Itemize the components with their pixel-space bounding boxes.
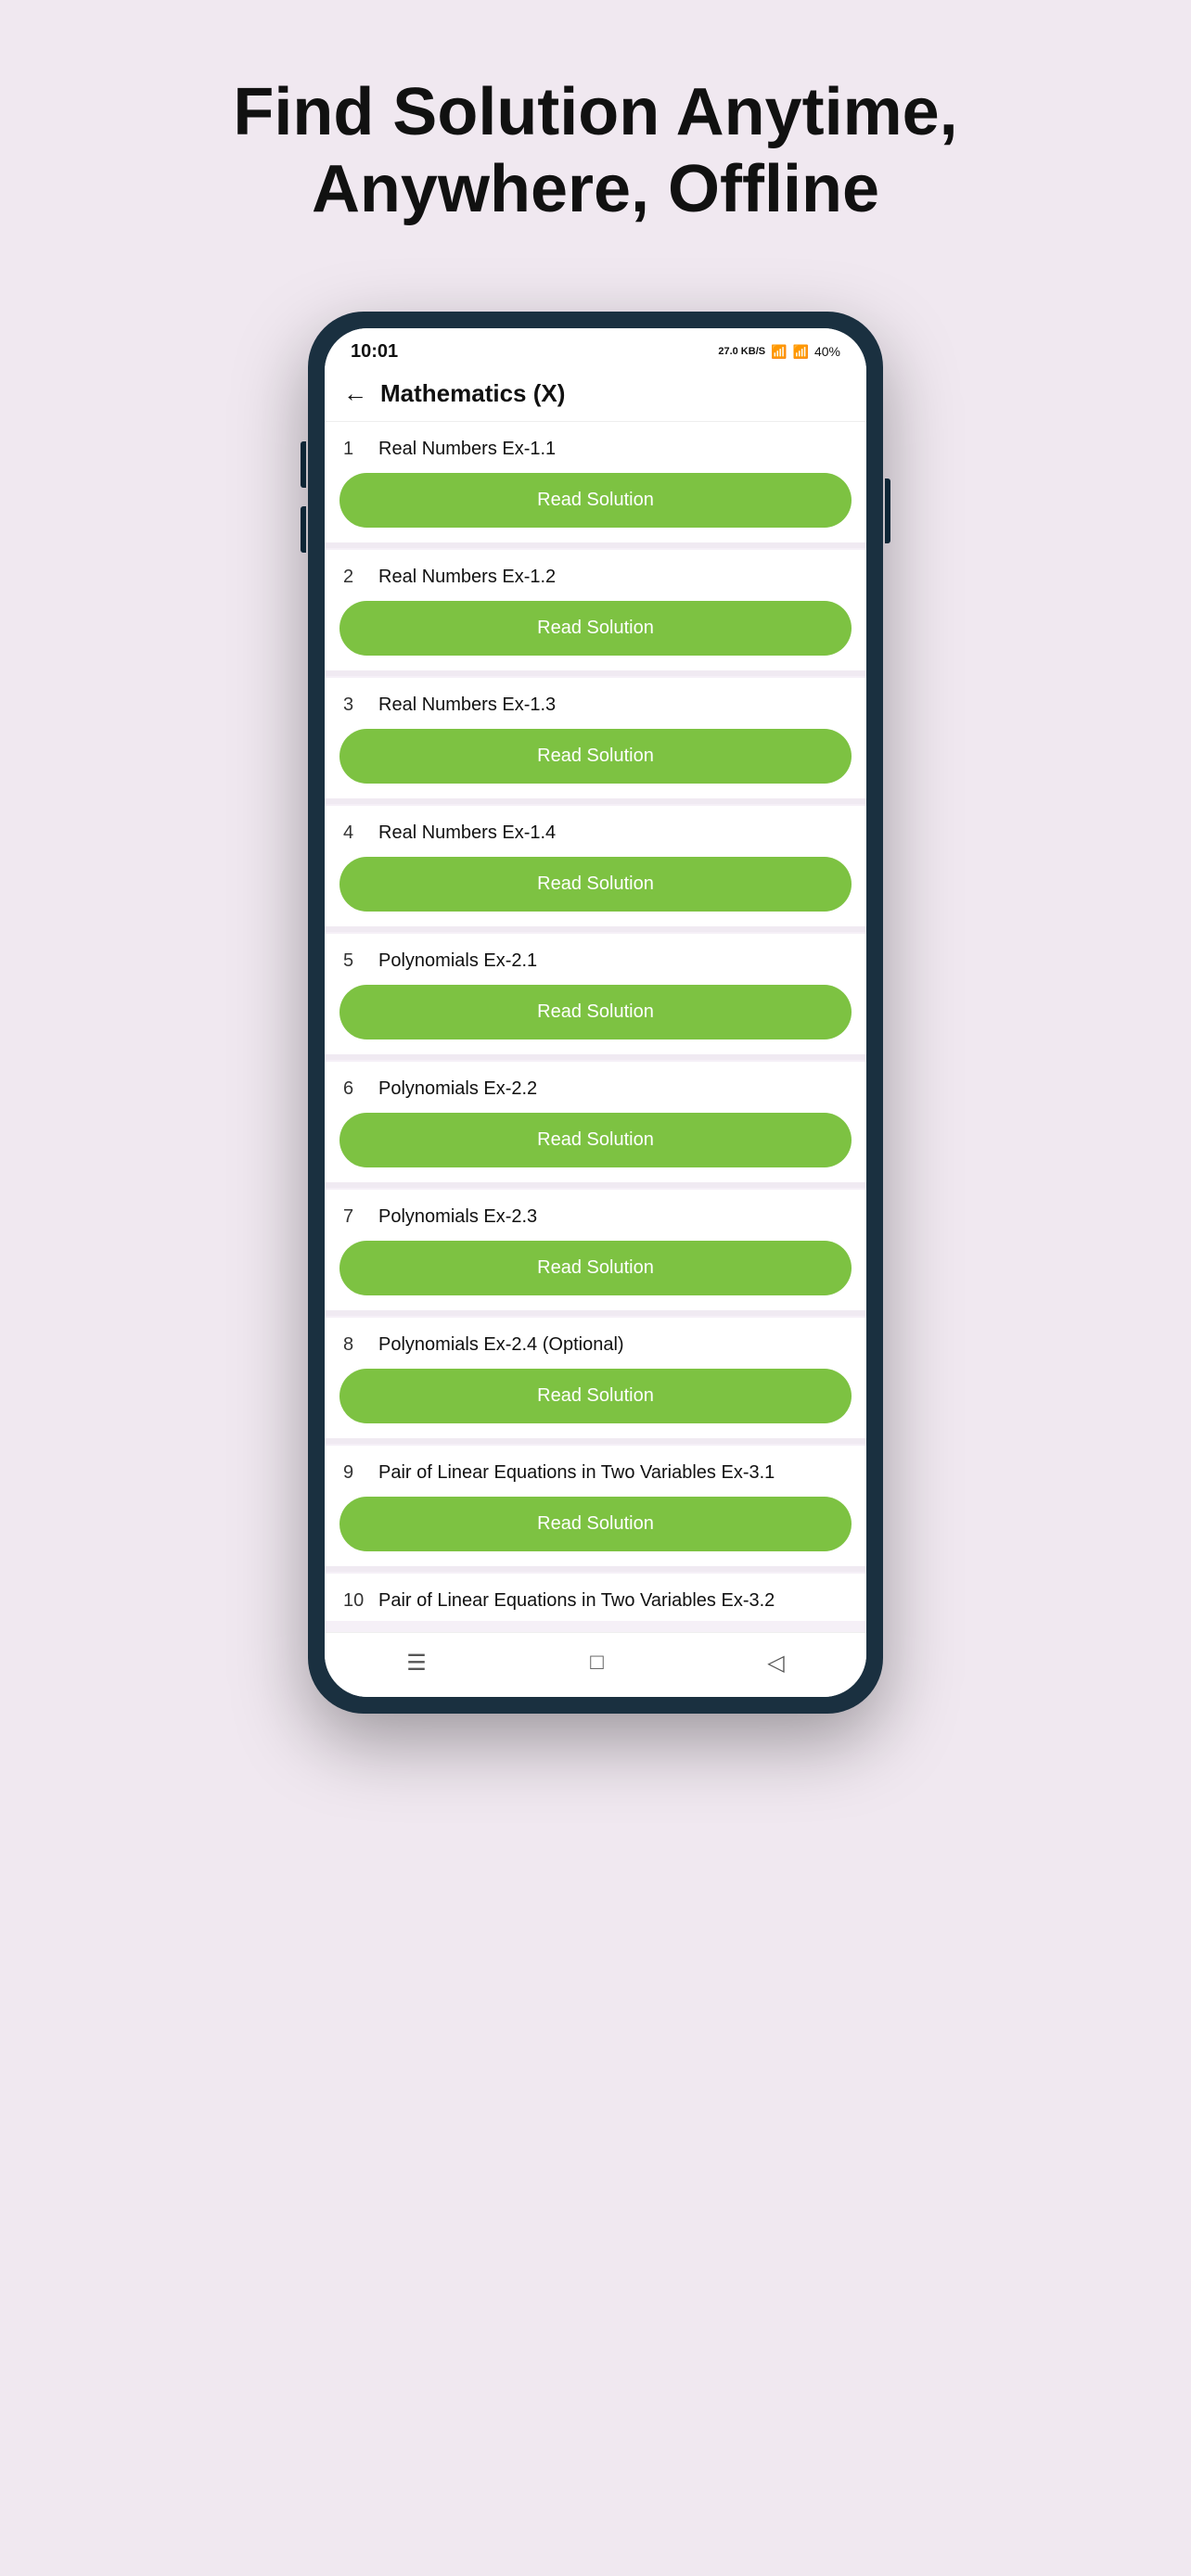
- item-number: 10: [343, 1590, 365, 1612]
- exercise-list: 1 Real Numbers Ex-1.1 Read Solution 2 Real N…: [325, 422, 866, 1632]
- read-solution-button[interactable]: Read Solution: [339, 1369, 852, 1423]
- bottom-nav-bar: ☰ □ ◁: [325, 1632, 866, 1697]
- list-item: 7 Polynomials Ex-2.3 Read Solution: [325, 1190, 866, 1316]
- item-title: Real Numbers Ex-1.3: [378, 695, 556, 716]
- read-solution-button[interactable]: Read Solution: [339, 601, 852, 656]
- phone-mockup: 10:01 27.0 KB/S 📶 📶 40% ← Mathematics (X…: [308, 312, 883, 1714]
- read-solution-button[interactable]: Read Solution: [339, 1497, 852, 1551]
- data-speed: 27.0 KB/S: [718, 346, 765, 357]
- list-item: 2 Real Numbers Ex-1.2 Read Solution: [325, 550, 866, 676]
- item-title: Pair of Linear Equations in Two Variable…: [378, 1590, 775, 1612]
- status-time: 10:01: [351, 341, 398, 363]
- headline: Find Solution Anytime, Anywhere, Offline: [0, 74, 1191, 228]
- item-title: Polynomials Ex-2.4 (Optional): [378, 1334, 624, 1356]
- list-item: 3 Real Numbers Ex-1.3 Read Solution: [325, 678, 866, 804]
- read-solution-button[interactable]: Read Solution: [339, 985, 852, 1039]
- read-solution-button[interactable]: Read Solution: [339, 729, 852, 784]
- item-number: 3: [343, 695, 365, 716]
- read-solution-button[interactable]: Read Solution: [339, 473, 852, 528]
- top-nav: ← Mathematics (X): [325, 370, 866, 422]
- list-item: 8 Polynomials Ex-2.4 (Optional) Read Solut…: [325, 1318, 866, 1444]
- page-title: Mathematics (X): [380, 379, 565, 408]
- item-number: 5: [343, 950, 365, 972]
- item-number: 8: [343, 1334, 365, 1356]
- signal-icon: 📶: [793, 344, 809, 360]
- item-title: Pair of Linear Equations in Two Variable…: [378, 1462, 775, 1484]
- volume-up-button: [301, 441, 306, 488]
- list-item: 5 Polynomials Ex-2.1 Read Solution: [325, 934, 866, 1060]
- list-item: 1 Real Numbers Ex-1.1 Read Solution: [325, 422, 866, 548]
- item-title: Polynomials Ex-2.2: [378, 1078, 537, 1100]
- item-title: Real Numbers Ex-1.2: [378, 567, 556, 588]
- back-button[interactable]: ←: [343, 379, 367, 408]
- battery-text: 40%: [814, 344, 840, 359]
- home-icon[interactable]: □: [590, 1650, 604, 1676]
- list-item: 9 Pair of Linear Equations in Two Variabl…: [325, 1446, 866, 1572]
- menu-icon[interactable]: ☰: [406, 1650, 427, 1677]
- wifi-icon: 📶: [771, 344, 787, 360]
- item-number: 1: [343, 439, 365, 460]
- volume-down-button: [301, 506, 306, 553]
- status-icons: 27.0 KB/S 📶 📶 40%: [718, 344, 840, 360]
- item-title: Real Numbers Ex-1.4: [378, 823, 556, 844]
- item-number: 9: [343, 1462, 365, 1484]
- read-solution-button[interactable]: Read Solution: [339, 857, 852, 912]
- list-item: 10 Pair of Linear Equations in Two Variab…: [325, 1574, 866, 1621]
- item-number: 2: [343, 567, 365, 588]
- back-nav-icon[interactable]: ◁: [767, 1650, 784, 1677]
- status-bar: 10:01 27.0 KB/S 📶 📶 40%: [325, 328, 866, 370]
- item-number: 6: [343, 1078, 365, 1100]
- list-item: 4 Real Numbers Ex-1.4 Read Solution: [325, 806, 866, 932]
- item-title: Polynomials Ex-2.3: [378, 1206, 537, 1228]
- list-item: 6 Polynomials Ex-2.2 Read Solution: [325, 1062, 866, 1188]
- read-solution-button[interactable]: Read Solution: [339, 1241, 852, 1295]
- power-button: [885, 478, 890, 543]
- read-solution-button[interactable]: Read Solution: [339, 1113, 852, 1167]
- item-number: 4: [343, 823, 365, 844]
- item-title: Real Numbers Ex-1.1: [378, 439, 556, 460]
- item-number: 7: [343, 1206, 365, 1228]
- item-title: Polynomials Ex-2.1: [378, 950, 537, 972]
